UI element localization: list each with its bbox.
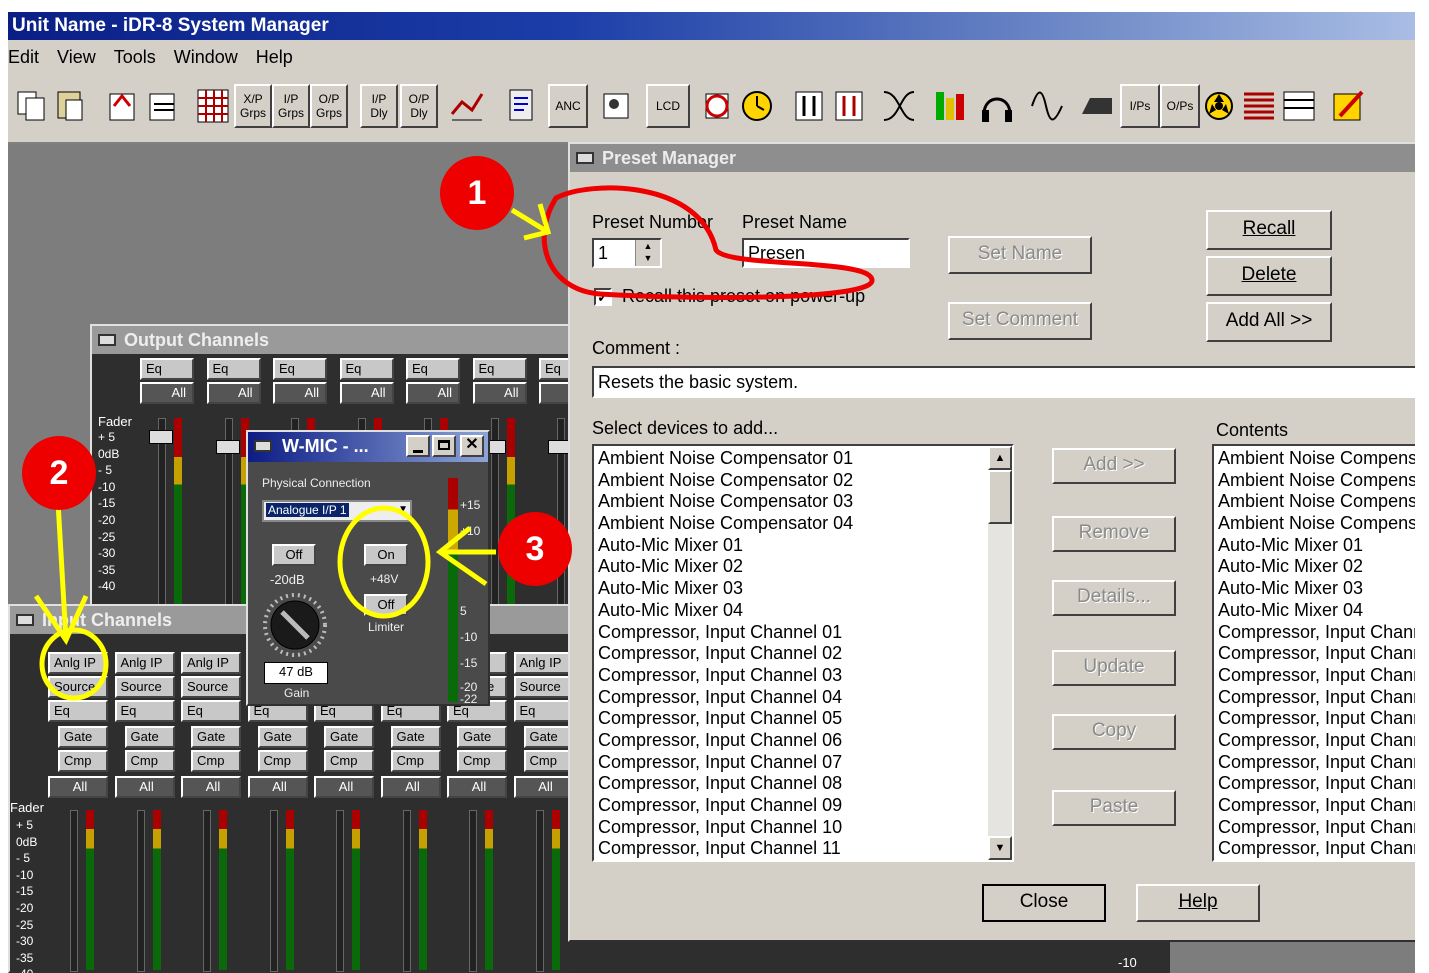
annotation-badge-3: 3 — [498, 512, 572, 586]
annotation-2-arrow — [33, 501, 89, 646]
annotation-badge-2: 2 — [22, 436, 96, 510]
annotation-3-circle — [337, 505, 431, 619]
annotation-3-arrow — [435, 526, 496, 587]
annotation-overlay — [33, 185, 875, 701]
annotation-1-arrow — [510, 203, 552, 241]
annotation-2-circle — [39, 627, 109, 701]
annotation-badge-1: 1 — [440, 156, 514, 230]
annotation-1-circle — [541, 185, 875, 300]
